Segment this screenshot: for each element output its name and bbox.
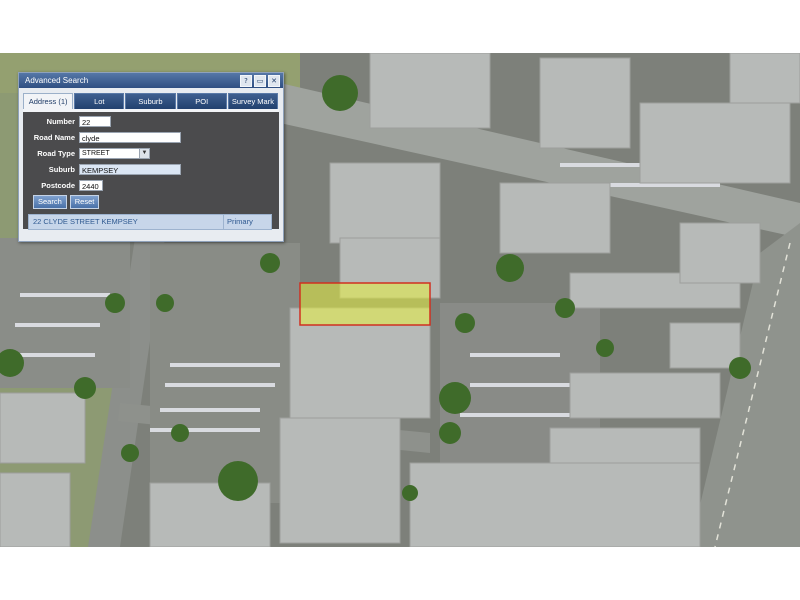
number-input[interactable]: 22 — [79, 116, 111, 127]
road-type-value: STREET — [82, 150, 110, 157]
form-body: Number 22 Road Name clyde Road Type STRE… — [23, 109, 279, 229]
tab-poi[interactable]: POI — [176, 93, 227, 109]
number-row: Number 22 — [23, 115, 111, 128]
road-name-input[interactable]: clyde — [79, 132, 181, 143]
chevron-down-icon[interactable]: ▼ — [139, 149, 149, 158]
search-button[interactable]: Search — [33, 194, 67, 209]
tab-address[interactable]: Address (1) — [23, 93, 74, 109]
form-buttons: Search Reset — [33, 194, 100, 209]
road-name-label: Road Name — [33, 133, 75, 142]
tab-lot[interactable]: Lot — [74, 93, 125, 109]
reset-button[interactable]: Reset — [69, 194, 100, 209]
tab-survey-mark[interactable]: Survey Mark — [227, 93, 279, 109]
road-type-row: Road Type STREET ▼ — [23, 147, 150, 160]
tab-suburb[interactable]: Suburb — [125, 93, 176, 109]
postcode-label: Postcode — [41, 181, 75, 190]
highlighted-parcel[interactable] — [299, 282, 431, 326]
help-icon[interactable]: ? — [240, 75, 252, 87]
postcode-input[interactable]: 2440 — [79, 180, 103, 191]
search-result-row[interactable]: 22 CLYDE STREET KEMPSEY Primary — [28, 214, 272, 230]
result-address: 22 CLYDE STREET KEMPSEY — [33, 217, 138, 226]
road-type-select[interactable]: STREET ▼ — [79, 148, 150, 159]
suburb-input[interactable]: KEMPSEY — [79, 164, 181, 175]
panel-title-bar: Advanced Search ? ▭ ✕ — [19, 73, 283, 88]
car-park-middle — [150, 243, 300, 503]
number-label: Number — [46, 117, 75, 126]
close-icon[interactable]: ✕ — [268, 75, 280, 87]
postcode-row: Postcode 2440 — [23, 179, 103, 192]
minimize-icon[interactable]: ▭ — [254, 75, 266, 87]
suburb-label: Suburb — [48, 165, 75, 174]
panel-title: Advanced Search — [25, 76, 89, 85]
search-tabs: Address (1) Lot Suburb POI Survey Mark — [23, 93, 279, 109]
window-buttons: ? ▭ ✕ — [240, 75, 280, 87]
address-form: Number 22 Road Name clyde Road Type STRE… — [23, 109, 279, 229]
road-type-label: Road Type — [37, 149, 75, 158]
road-name-row: Road Name clyde — [23, 131, 181, 144]
result-type: Primary — [223, 215, 253, 229]
suburb-row: Suburb KEMPSEY — [23, 163, 181, 176]
